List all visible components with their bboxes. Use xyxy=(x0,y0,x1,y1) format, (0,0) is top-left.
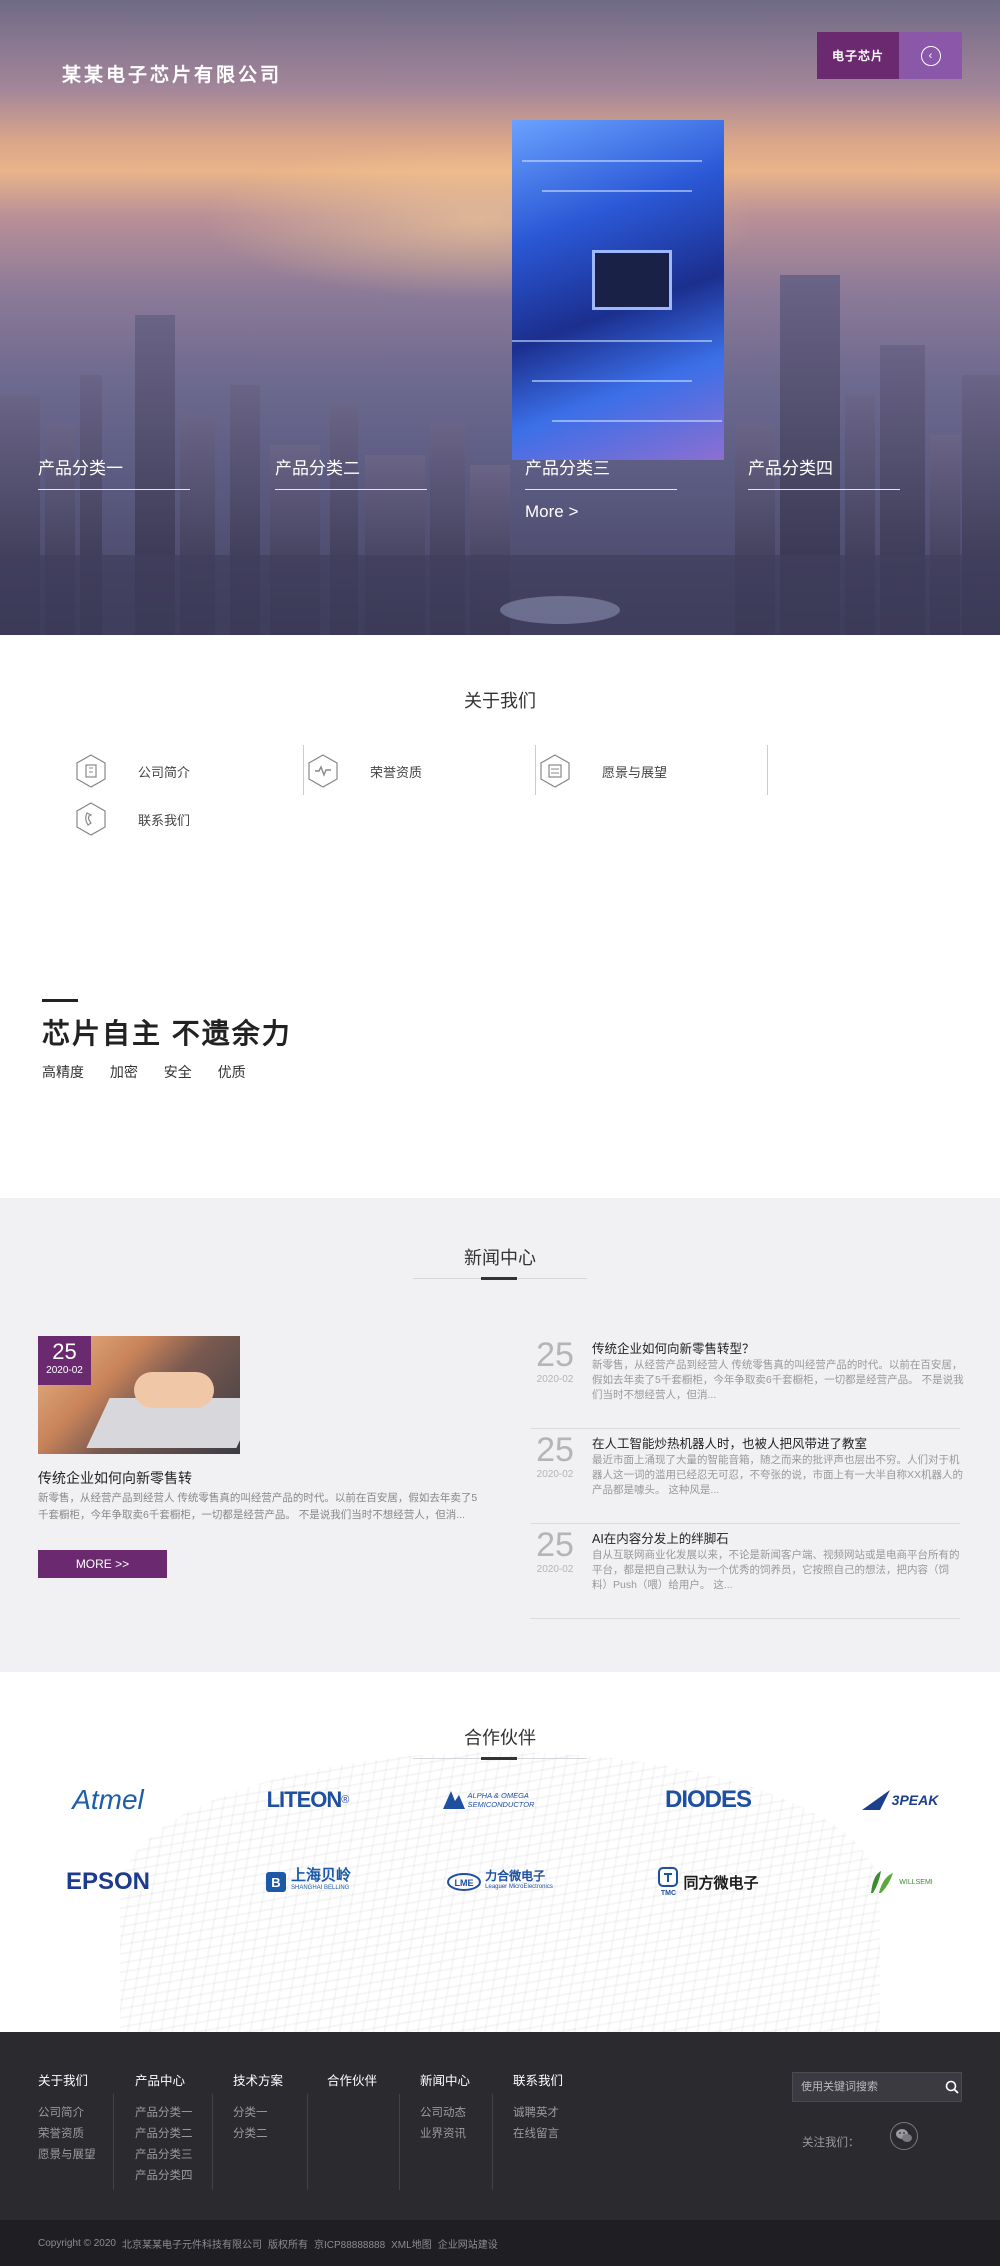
about-item-label: 联系我们 xyxy=(138,812,191,828)
building-icon xyxy=(72,752,110,790)
footer-col-solutions: 技术方案 分类一 分类二 xyxy=(233,2074,284,2140)
news-item-desc: 自从互联网商业化发展以来，不论是新闻客户端、视频网站或是电商平台所有的平台，都是… xyxy=(592,1549,960,1591)
news-item-desc: 新零售，从经营产品到经营人 传统零售真的叫经营产品的时代。以前在百安居，假如去年… xyxy=(592,1359,964,1401)
footer-divider xyxy=(212,2094,213,2190)
news-date: 25 2020-02 xyxy=(536,1336,574,1385)
partner-logo-leaguer[interactable]: LME 力合微电子 Leaguer MicroElectronics xyxy=(430,1862,570,1902)
footer-search xyxy=(792,2072,962,2102)
partners-section: 合作伙伴 Atmel LITEON ® ALPHA & OMEGA SEMICON… xyxy=(0,1672,1000,2032)
featured-news-title[interactable]: 传统企业如何向新零售转 xyxy=(38,1468,192,1488)
slogan-block: 芯片自主 不遗余力 高精度 加密 安全 优质 xyxy=(42,999,292,1082)
category-item-1[interactable]: 产品分类一 xyxy=(38,454,190,490)
sitemap-link[interactable]: XML地图 xyxy=(391,2236,432,2251)
news-item-title[interactable]: 传统企业如何向新零售转型？ xyxy=(592,1338,755,1357)
badge-label[interactable]: 电子芯片 xyxy=(817,32,899,79)
slogan-bar xyxy=(42,999,78,1002)
circuit-board-image xyxy=(512,120,724,460)
leaguer-mark-icon: LME xyxy=(447,1873,482,1891)
news-item-desc: 最近市面上涌现了大量的智能音箱，随之而来的批评声也层出不穷。人们对于机器人这一词… xyxy=(592,1454,964,1496)
tmc-mark-icon xyxy=(658,1866,679,1887)
alpha-omega-mark-icon xyxy=(442,1791,465,1809)
partner-logo-alpha-omega[interactable]: ALPHA & OMEGA SEMICONDUCTOR xyxy=(430,1780,570,1820)
header-badge: 电子芯片 ‹ xyxy=(817,32,962,79)
category-item-3[interactable]: 产品分类三 xyxy=(525,454,677,490)
more-button[interactable]: MORE >> xyxy=(38,1550,167,1578)
more-link[interactable]: More > xyxy=(525,502,578,522)
news-item[interactable]: 25 2020-02 传统企业如何向新零售转型？ 新零售，从经营产品到经营人 传统… xyxy=(530,1334,964,1429)
partner-logo-atmel[interactable]: Atmel xyxy=(38,1780,178,1820)
document-icon xyxy=(536,752,574,790)
slogan-tag: 高精度 xyxy=(42,1064,84,1080)
about-item-vision[interactable]: 愿景与展望 xyxy=(536,745,768,795)
svg-text:LME: LME xyxy=(455,1878,474,1888)
copyright-text: Copyright © 2020 xyxy=(38,2237,116,2249)
featured-date-badge: 25 2020-02 xyxy=(38,1336,91,1385)
menu-toggle-button[interactable]: ‹ xyxy=(899,32,962,79)
partner-logo-liteon[interactable]: LITEON ® xyxy=(238,1780,378,1820)
partner-logo-belling[interactable]: B 上海贝岭 SHANGHAI BELLING xyxy=(238,1862,378,1902)
footer-divider xyxy=(113,2094,114,2190)
featured-news-desc: 新零售，从经营产品到经营人 传统零售真的叫经营产品的时代。以前在百安居，假如去年… xyxy=(38,1492,478,1521)
footer-divider xyxy=(307,2094,308,2190)
search-input[interactable] xyxy=(793,2073,943,2101)
footer: 关于我们 公司简介 荣誉资质 愿景与展望 产品中心 产品分类一 产品分类二 产品… xyxy=(0,2032,1000,2220)
news-item[interactable]: 25 2020-02 AI在内容分发上的绊脚石 自从互联网商业化发展以来，不论是新… xyxy=(530,1524,960,1619)
3peak-mark-icon xyxy=(861,1790,890,1810)
svg-text:B: B xyxy=(271,1875,280,1890)
category-item-2[interactable]: 产品分类二 xyxy=(275,454,427,490)
footer-divider xyxy=(492,2094,493,2190)
copyright-bar: Copyright © 2020 北京某某电子元件科技有限公司 版权所有 京IC… xyxy=(0,2220,1000,2266)
about-item-label: 愿景与展望 xyxy=(602,764,668,780)
about-title: 关于我们 xyxy=(464,691,536,711)
footer-col-products: 产品中心 产品分类一 产品分类二 产品分类三 产品分类四 xyxy=(135,2074,193,2182)
site-build-link[interactable]: 企业网站建设 xyxy=(438,2236,498,2251)
category-item-4[interactable]: 产品分类四 xyxy=(748,454,900,490)
news-list: 25 2020-02 传统企业如何向新零售转型？ 新零售，从经营产品到经营人 传统… xyxy=(530,1334,964,1619)
partners-title: 合作伙伴 xyxy=(464,1728,536,1748)
site-logo[interactable]: 某某电子芯片有限公司 xyxy=(62,60,282,87)
about-item-contact[interactable]: 联系我们 xyxy=(72,795,304,843)
slogan-heading: 芯片自主 不遗余力 xyxy=(42,1018,292,1049)
news-date: 25 2020-02 xyxy=(536,1431,574,1480)
slogan-tag: 优质 xyxy=(217,1064,246,1080)
partner-logo-tmc[interactable]: TMC 同方微电子 xyxy=(638,1862,778,1902)
search-icon[interactable] xyxy=(943,2073,961,2101)
icp-link[interactable]: 京ICP88888888 xyxy=(314,2236,385,2251)
partner-logo-3peak[interactable]: 3PEAK xyxy=(830,1780,970,1820)
hero-banner: 某某电子芯片有限公司 电子芯片 ‹ 产品分类一 产品分类二 产品分类三 产品分类… xyxy=(0,0,1000,635)
slogan-tag: 加密 xyxy=(109,1064,138,1080)
title-divider xyxy=(413,1757,587,1760)
company-name: 北京某某电子元件科技有限公司 xyxy=(121,2239,262,2251)
about-section: 关于我们 公司简介 荣誉资质 愿景与展望 联系我们 芯片自主 不遗余力 高精度 … xyxy=(0,635,1000,1198)
pulse-icon xyxy=(304,752,342,790)
news-item-title[interactable]: 在人工智能炒热机器人时，也被人把风带进了教室 xyxy=(592,1433,867,1452)
footer-col-partners: 合作伙伴 xyxy=(327,2074,378,2088)
news-title: 新闻中心 xyxy=(464,1248,536,1268)
about-item-intro[interactable]: 公司简介 xyxy=(72,745,304,795)
partner-logo-epson[interactable]: EPSON xyxy=(38,1862,178,1902)
about-item-honors[interactable]: 荣誉资质 xyxy=(304,745,536,795)
footer-divider xyxy=(399,2094,400,2190)
slogan-tag: 安全 xyxy=(163,1064,192,1080)
footer-col-news: 新闻中心 公司动态 业界资讯 xyxy=(420,2074,471,2140)
title-divider xyxy=(413,1277,587,1280)
belling-mark-icon: B xyxy=(265,1872,286,1892)
slogan-tags: 高精度 加密 安全 优质 xyxy=(42,1062,292,1082)
about-item-label: 荣誉资质 xyxy=(370,764,423,780)
rights-text: 版权所有 xyxy=(267,2239,308,2251)
chevron-left-icon: ‹ xyxy=(920,45,941,66)
wechat-icon[interactable] xyxy=(890,2122,918,2150)
follow-label: 关注我们： xyxy=(802,2137,860,2149)
news-item-title[interactable]: AI在内容分发上的绊脚石 xyxy=(592,1528,729,1547)
news-date: 25 2020-02 xyxy=(536,1526,574,1575)
news-section: 新闻中心 25 2020-02 传统企业如何向新零售转 新零售，从经营产品到经营… xyxy=(0,1198,1000,1672)
willsemi-leaf-icon xyxy=(871,1871,894,1893)
footer-col-about: 关于我们 公司简介 荣誉资质 愿景与展望 xyxy=(38,2074,96,2161)
partner-logo-diodes[interactable]: DIODES xyxy=(638,1780,778,1820)
footer-col-contact: 联系我们 诚聘英才 在线留言 xyxy=(513,2074,564,2140)
phone-icon xyxy=(72,800,110,838)
partner-logo-willsemi[interactable]: WILLSEMI xyxy=(830,1862,970,1902)
about-item-label: 公司简介 xyxy=(138,764,191,780)
news-item[interactable]: 25 2020-02 在人工智能炒热机器人时，也被人把风带进了教室 最近市面上涌现… xyxy=(530,1429,963,1524)
